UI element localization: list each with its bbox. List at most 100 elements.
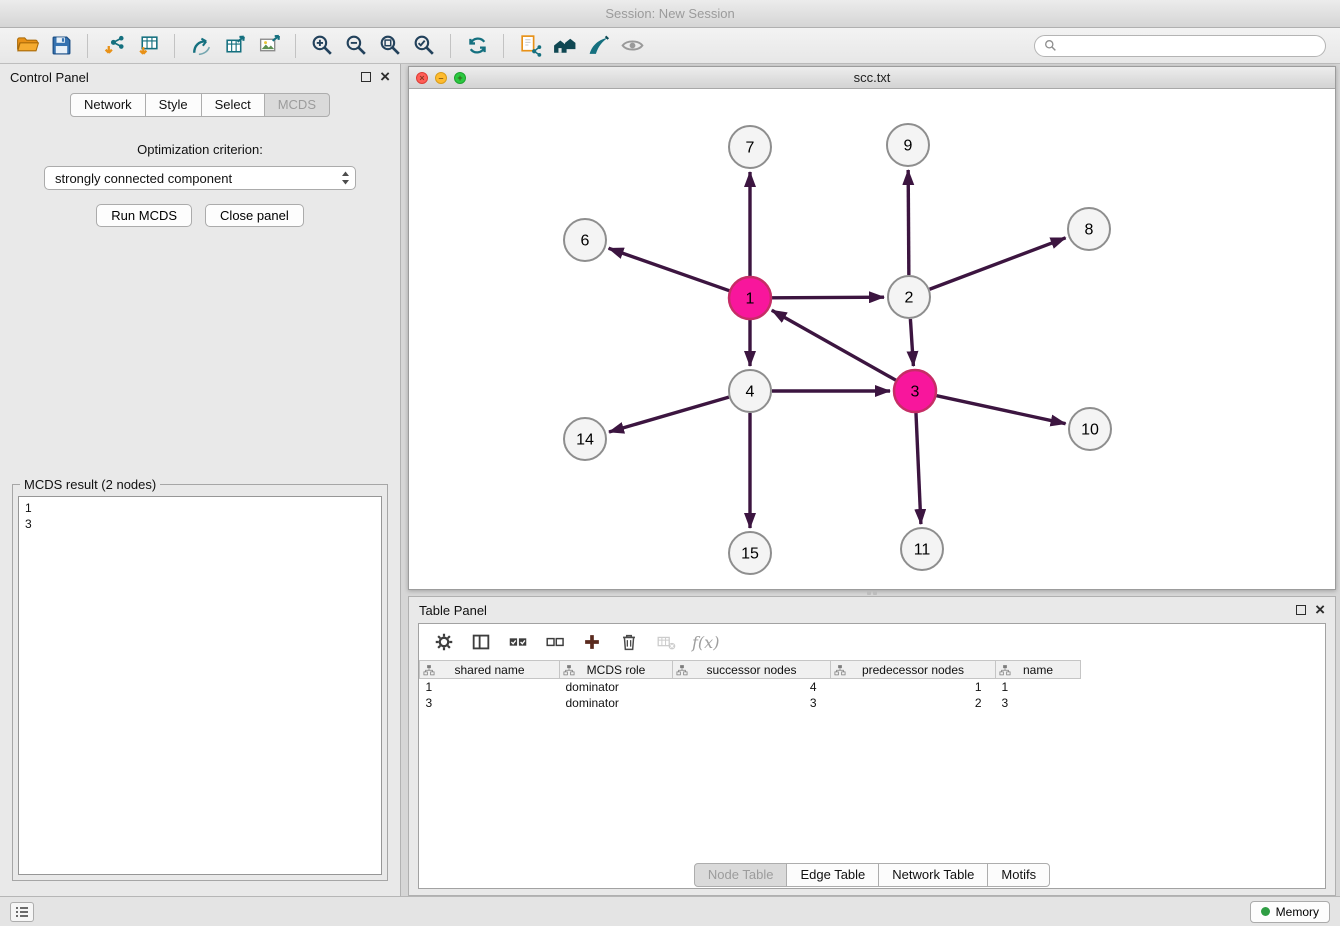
mcds-result-item[interactable]: 3 — [25, 516, 375, 532]
save-icon — [49, 33, 74, 58]
table-row[interactable]: 1dominator411 — [420, 679, 1326, 695]
close-panel-icon[interactable]: × — [380, 71, 390, 83]
cell-mcds-role[interactable]: dominator — [560, 695, 673, 711]
node-label-11: 11 — [914, 542, 931, 559]
tab-style[interactable]: Style — [145, 93, 202, 117]
tab-select[interactable]: Select — [201, 93, 265, 117]
panel-selector-button[interactable] — [10, 902, 34, 922]
edge-1-2[interactable] — [772, 297, 884, 298]
deselect-all-icon — [544, 631, 566, 653]
tab-node-table[interactable]: Node Table — [694, 863, 788, 887]
tab-edge-table[interactable]: Edge Table — [786, 863, 879, 887]
table-header-row: shared nameMCDS rolesuccessor nodesprede… — [420, 661, 1326, 679]
select-all-button[interactable] — [507, 631, 529, 653]
close-table-panel-icon[interactable]: × — [1315, 604, 1325, 616]
tab-mcds[interactable]: MCDS — [264, 93, 330, 117]
open-folder-icon — [15, 33, 40, 58]
node-table[interactable]: shared nameMCDS rolesuccessor nodesprede… — [419, 660, 1325, 861]
table-body: 1dominator4113dominator323 — [420, 679, 1326, 711]
zoom-in-button[interactable] — [305, 31, 339, 61]
clear-table-button[interactable] — [655, 631, 677, 653]
mcds-result-group: MCDS result (2 nodes) 13 — [12, 484, 388, 881]
run-mcds-button[interactable]: Run MCDS — [96, 204, 192, 227]
edge-3-10[interactable] — [936, 396, 1065, 424]
show-hide-details-button[interactable] — [615, 31, 649, 61]
mcds-result-item[interactable]: 1 — [25, 500, 375, 516]
mcds-result-list[interactable]: 13 — [18, 496, 382, 875]
column-type-icon — [676, 664, 688, 676]
tab-network[interactable]: Network — [70, 93, 146, 117]
save-session-button[interactable] — [44, 31, 78, 61]
import-network-button[interactable] — [97, 31, 131, 61]
open-session-button[interactable] — [10, 31, 44, 61]
export-table-button[interactable] — [218, 31, 252, 61]
toolbar-separator — [450, 34, 451, 58]
deselect-all-button[interactable] — [544, 631, 566, 653]
table-panel: Table Panel × — [408, 596, 1336, 896]
node-label-10: 10 — [1081, 422, 1099, 439]
network-graph[interactable]: 7968124314101511 — [409, 89, 1335, 589]
cell-successor-nodes[interactable]: 4 — [673, 679, 831, 695]
show-columns-button[interactable] — [470, 631, 492, 653]
minimize-window-icon[interactable]: – — [435, 72, 447, 84]
edge-1-6[interactable] — [609, 248, 730, 290]
export-network-button[interactable] — [184, 31, 218, 61]
memory-button[interactable]: Memory — [1250, 901, 1330, 923]
cell-shared-name[interactable]: 1 — [420, 679, 560, 695]
node-label-8: 8 — [1085, 222, 1094, 239]
refresh-view-button[interactable] — [460, 31, 494, 61]
zoom-selected-button[interactable] — [407, 31, 441, 61]
window-titlebar[interactable]: Session: New Session — [0, 0, 1340, 28]
cell-name[interactable]: 3 — [996, 695, 1081, 711]
edge-2-9[interactable] — [908, 170, 909, 275]
column-header-shared-name[interactable]: shared name — [420, 661, 560, 679]
add-column-button[interactable] — [581, 631, 603, 653]
zoom-out-button[interactable] — [339, 31, 373, 61]
float-table-panel-icon[interactable] — [1296, 605, 1306, 615]
edge-2-3[interactable] — [910, 319, 913, 366]
cell-predecessor-nodes[interactable]: 1 — [831, 679, 996, 695]
apply-layout-wand-icon — [586, 33, 611, 58]
column-header-successor-nodes[interactable]: successor nodes — [673, 661, 831, 679]
tab-network-table[interactable]: Network Table — [878, 863, 988, 887]
network-from-selection-button[interactable] — [513, 31, 547, 61]
column-header-mcds-role[interactable]: MCDS role — [560, 661, 673, 679]
cell-predecessor-nodes[interactable]: 2 — [831, 695, 996, 711]
table-panel-header: Table Panel × — [409, 597, 1335, 623]
edge-2-8[interactable] — [930, 238, 1066, 289]
network-view[interactable]: 7968124314101511 — [409, 89, 1335, 589]
cell-successor-nodes[interactable]: 3 — [673, 695, 831, 711]
table-row[interactable]: 3dominator323 — [420, 695, 1326, 711]
network-window-titlebar[interactable]: scc.txt × – + — [409, 67, 1335, 89]
apply-layout-button[interactable] — [581, 31, 615, 61]
search-input[interactable] — [1062, 39, 1316, 53]
main-area: Control Panel × NetworkStyleSelectMCDS O… — [0, 64, 1340, 896]
cell-name[interactable]: 1 — [996, 679, 1081, 695]
optimization-dropdown[interactable]: strongly connected component — [44, 166, 356, 190]
column-type-icon — [834, 664, 846, 676]
float-panel-icon[interactable] — [361, 72, 371, 82]
status-bar: Memory — [0, 896, 1340, 926]
close-panel-button[interactable]: Close panel — [205, 204, 304, 227]
delete-column-button[interactable] — [618, 631, 640, 653]
first-neighbors-button[interactable] — [547, 31, 581, 61]
zoom-in-icon — [310, 33, 335, 58]
table-settings-button[interactable] — [433, 631, 455, 653]
cell-mcds-role[interactable]: dominator — [560, 679, 673, 695]
column-header-predecessor-nodes[interactable]: predecessor nodes — [831, 661, 996, 679]
column-header-name[interactable]: name — [996, 661, 1081, 679]
cell-shared-name[interactable]: 3 — [420, 695, 560, 711]
node-label-14: 14 — [576, 432, 594, 449]
search-box[interactable] — [1034, 35, 1326, 57]
edge-3-11[interactable] — [916, 413, 921, 524]
column-type-icon — [999, 664, 1011, 676]
maximize-window-icon[interactable]: + — [454, 72, 466, 84]
zoom-fit-button[interactable] — [373, 31, 407, 61]
edge-4-14[interactable] — [609, 397, 729, 432]
export-image-button[interactable] — [252, 31, 286, 61]
edge-3-1[interactable] — [772, 310, 896, 380]
function-builder-button[interactable]: f(x) — [692, 633, 719, 652]
close-window-icon[interactable]: × — [416, 72, 428, 84]
import-table-button[interactable] — [131, 31, 165, 61]
tab-motifs[interactable]: Motifs — [987, 863, 1050, 887]
